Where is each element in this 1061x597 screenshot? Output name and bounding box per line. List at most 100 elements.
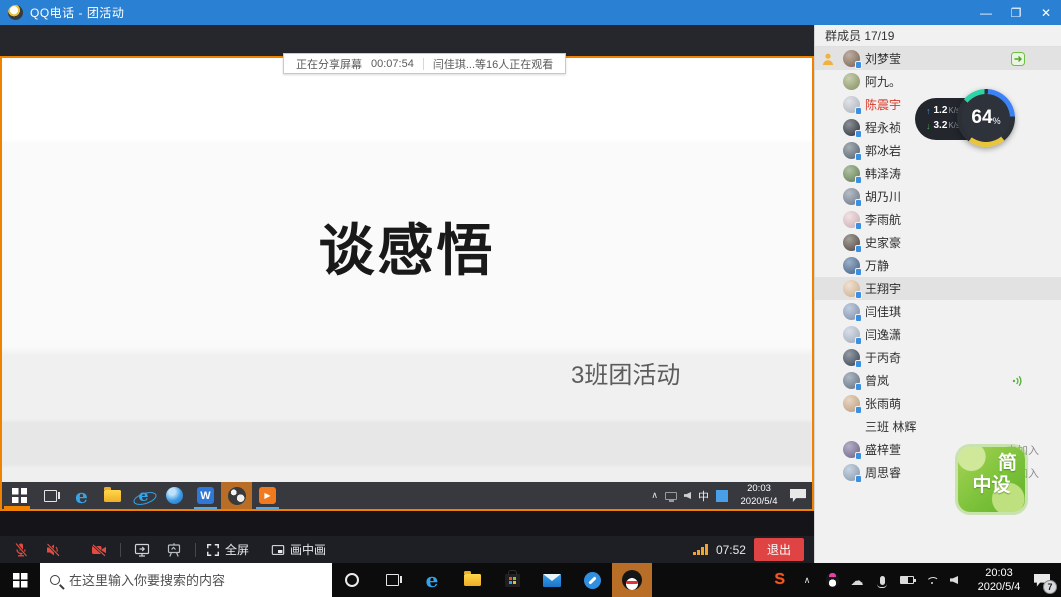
speaker-icon[interactable] bbox=[684, 492, 691, 499]
microphone-muted-icon[interactable] bbox=[10, 541, 32, 559]
close-button[interactable]: ✕ bbox=[1031, 0, 1061, 25]
speaker-muted-icon[interactable] bbox=[42, 541, 64, 559]
action-center-button[interactable]: 7 bbox=[1027, 563, 1057, 597]
taskbar-search[interactable] bbox=[40, 563, 332, 597]
exit-call-button[interactable]: 退出 bbox=[754, 538, 804, 561]
wifi-icon[interactable] bbox=[924, 572, 940, 588]
member-row[interactable]: 郭冰岩 bbox=[815, 139, 1061, 162]
member-name: 张雨萌 bbox=[865, 395, 901, 412]
member-panel-header: 群成员 17/19 bbox=[815, 25, 1061, 47]
battery-icon[interactable] bbox=[899, 572, 915, 588]
member-speaking-icon bbox=[1011, 374, 1025, 388]
start-button[interactable] bbox=[4, 482, 35, 509]
volume-muted-icon[interactable] bbox=[949, 572, 965, 588]
tool-icon[interactable] bbox=[572, 563, 612, 597]
fullscreen-button[interactable]: 全屏 bbox=[206, 541, 249, 558]
member-row[interactable]: 史家豪 bbox=[815, 231, 1061, 254]
shared-clock[interactable]: 20:03 2020/5/4 bbox=[735, 483, 783, 508]
member-row[interactable]: 阿九。 bbox=[815, 70, 1061, 93]
mobile-badge-icon bbox=[855, 291, 862, 299]
camera-off-icon[interactable] bbox=[88, 541, 110, 559]
member-row[interactable]: 曾岚 bbox=[815, 369, 1061, 392]
member-row[interactable]: 王翔宇 bbox=[815, 277, 1061, 300]
edge-icon[interactable]: e bbox=[66, 482, 97, 509]
avatar bbox=[843, 280, 860, 297]
device-icon[interactable] bbox=[665, 492, 677, 500]
cortana-button[interactable] bbox=[332, 563, 372, 597]
chevron-up-icon[interactable]: ∧ bbox=[651, 490, 658, 501]
file-explorer-icon[interactable] bbox=[452, 563, 492, 597]
signal-strength-icon bbox=[693, 544, 708, 555]
browser-icon[interactable] bbox=[159, 482, 190, 509]
mic-tray-icon[interactable] bbox=[874, 572, 890, 588]
search-input[interactable] bbox=[69, 573, 299, 588]
member-row[interactable]: 刘梦莹 bbox=[815, 47, 1061, 70]
qq-tray-icon[interactable] bbox=[824, 572, 840, 588]
avatar bbox=[843, 96, 860, 113]
member-name: 万静 bbox=[865, 257, 889, 274]
minimize-button[interactable]: — bbox=[971, 0, 1001, 25]
avatar bbox=[843, 165, 860, 182]
task-view-button[interactable] bbox=[372, 563, 412, 597]
member-name: 李雨航 bbox=[865, 211, 901, 228]
action-center-icon[interactable] bbox=[790, 489, 806, 502]
member-name: 王翔宇 bbox=[865, 280, 901, 297]
qq-icon bbox=[622, 570, 642, 590]
file-explorer-icon bbox=[104, 490, 121, 502]
member-row[interactable]: 张雨萌 bbox=[815, 392, 1061, 415]
member-row[interactable]: 闫逸潇 bbox=[815, 323, 1061, 346]
sogou-ime-icon[interactable]: S bbox=[766, 571, 793, 589]
shared-screen: 谈感悟 3班团活动 eeW▶ ∧ 中 20:03 2020/5/4 bbox=[0, 56, 814, 511]
qq-icon bbox=[228, 487, 246, 505]
member-row[interactable]: 胡乃川 bbox=[815, 185, 1061, 208]
ime-mode-icon[interactable] bbox=[716, 490, 728, 502]
ime-language-indicator[interactable]: 中 bbox=[698, 488, 709, 504]
fullscreen-icon bbox=[206, 543, 220, 557]
avatar bbox=[843, 395, 860, 412]
avatar bbox=[843, 464, 860, 481]
member-row[interactable]: 于丙奇 bbox=[815, 346, 1061, 369]
member-row[interactable]: 闫佳琪 bbox=[815, 300, 1061, 323]
member-row[interactable]: 三班 林辉 bbox=[815, 415, 1061, 438]
system-tray: ∧☁ bbox=[793, 572, 971, 588]
member-row[interactable]: 李雨航 bbox=[815, 208, 1061, 231]
ime-floating-logo[interactable]: 简 中设 bbox=[958, 447, 1025, 512]
ie-icon[interactable]: e bbox=[128, 482, 159, 509]
pip-button[interactable]: 画中画 bbox=[271, 541, 326, 558]
mobile-badge-icon bbox=[855, 406, 862, 414]
restore-button[interactable]: ❐ bbox=[1001, 0, 1031, 25]
avatar bbox=[843, 211, 860, 228]
mic-tray-icon bbox=[880, 576, 885, 585]
cloud-icon[interactable]: ☁ bbox=[849, 572, 865, 588]
mobile-badge-icon bbox=[855, 360, 862, 368]
mobile-badge-icon bbox=[855, 314, 862, 322]
wps-presentation-icon[interactable]: ▶ bbox=[252, 482, 283, 509]
taskbar-clock[interactable]: 20:03 2020/5/4 bbox=[971, 566, 1027, 595]
edge-icon[interactable]: e bbox=[412, 563, 452, 597]
member-name: 陈震宇 bbox=[865, 96, 901, 113]
chevron-up-icon[interactable]: ∧ bbox=[799, 572, 815, 588]
start-button[interactable] bbox=[0, 563, 40, 597]
member-row[interactable]: 韩泽涛 bbox=[815, 162, 1061, 185]
window-titlebar: QQ电话 - 团活动 — ❐ ✕ bbox=[0, 0, 1061, 25]
download-arrow-icon: ↓ bbox=[926, 121, 931, 131]
member-row[interactable]: 万静 bbox=[815, 254, 1061, 277]
file-explorer-icon[interactable] bbox=[97, 482, 128, 509]
wps-icon[interactable]: W bbox=[190, 482, 221, 509]
file-explorer-icon bbox=[464, 574, 481, 586]
start-button bbox=[12, 488, 27, 503]
store-icon[interactable] bbox=[492, 563, 532, 597]
memory-usage-ball[interactable]: 64% bbox=[957, 89, 1015, 147]
mail-icon[interactable] bbox=[532, 563, 572, 597]
qq-icon[interactable] bbox=[612, 563, 652, 597]
member-name: 刘梦莹 bbox=[865, 50, 901, 67]
qq-icon[interactable] bbox=[221, 482, 252, 509]
mobile-badge-icon bbox=[855, 452, 862, 460]
wps-icon: W bbox=[197, 487, 214, 504]
share-screen-icon[interactable] bbox=[131, 541, 153, 559]
mobile-badge-icon bbox=[855, 130, 862, 138]
whiteboard-icon[interactable] bbox=[163, 541, 185, 559]
mobile-badge-icon bbox=[855, 222, 862, 230]
task-view-button[interactable] bbox=[35, 482, 66, 509]
volume-muted-icon bbox=[950, 576, 958, 584]
